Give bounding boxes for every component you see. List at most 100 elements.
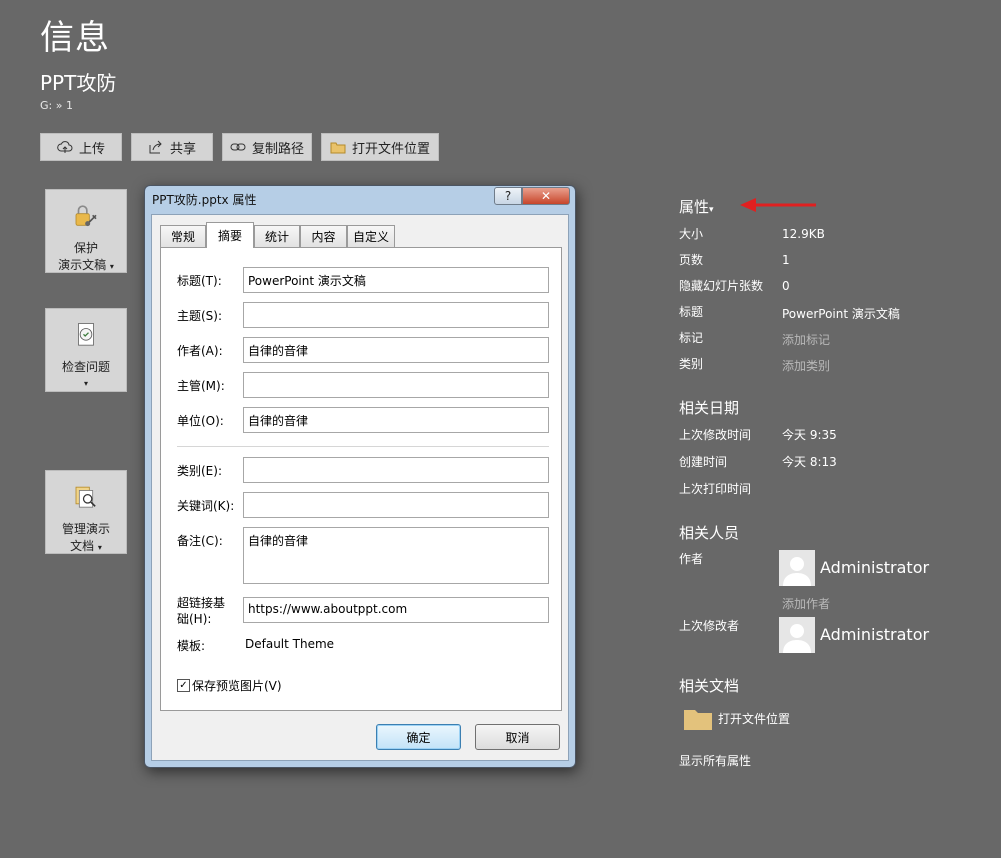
hyperlink-base-label-line2: 础(H): — [177, 612, 212, 626]
date-value: 今天 8:13 — [782, 455, 837, 469]
upload-label: 上传 — [78, 141, 105, 157]
date-label: 上次修改时间 — [679, 428, 752, 442]
add-author-link[interactable]: 添加作者 — [782, 595, 830, 612]
related-people-heading: 相关人员 — [679, 524, 740, 542]
protect-label-2: 演示文稿 — [58, 258, 107, 272]
comments-field[interactable]: 自律的音律 — [243, 527, 549, 584]
tab-contents[interactable]: 内容 — [300, 225, 347, 247]
avatar[interactable] — [779, 617, 815, 653]
date-label: 上次打印时间 — [679, 482, 752, 496]
open-file-location-link[interactable]: 打开文件位置 — [684, 706, 790, 730]
manage-presentation-button[interactable]: 管理演示 文档 ▾ — [45, 470, 127, 554]
property-value: 0 — [782, 279, 790, 293]
author-name[interactable]: Administrator — [820, 558, 929, 577]
help-button[interactable]: ? — [494, 187, 522, 205]
date-label: 创建时间 — [679, 455, 728, 469]
add-category-field[interactable]: 添加类别 — [782, 357, 830, 374]
open-file-location-label: 打开文件位置 — [351, 141, 430, 157]
subject-field[interactable] — [243, 302, 549, 328]
show-all-properties-link[interactable]: 显示所有属性 — [679, 752, 751, 769]
template-label: 模板: — [177, 639, 206, 653]
property-value: 12.9KB — [782, 227, 825, 241]
manage-versions-icon — [75, 486, 96, 508]
category-field[interactable] — [243, 457, 549, 483]
keywords-field-label: 关键词(K): — [177, 499, 235, 513]
property-value: 1 — [782, 253, 790, 267]
property-label: 标题 — [679, 305, 704, 319]
last-modified-by-label: 上次修改者 — [679, 619, 740, 633]
properties-heading[interactable]: 属性▾ — [679, 196, 714, 217]
protect-label: 保护 — [73, 241, 98, 255]
open-file-location-button[interactable]: 打开文件位置 — [321, 133, 439, 161]
avatar[interactable] — [779, 550, 815, 586]
share-icon — [149, 140, 162, 154]
inspect-presentation-button[interactable]: 检查问题 ▾ — [45, 308, 127, 392]
property-label: 大小 — [679, 227, 704, 241]
related-documents-heading: 相关文档 — [679, 677, 740, 695]
user-icon — [783, 557, 811, 586]
share-button[interactable]: 共享 — [131, 133, 213, 161]
property-value[interactable]: PowerPoint 演示文稿 — [782, 305, 900, 322]
protect-presentation-button[interactable]: 保护 演示文稿 ▾ — [45, 189, 127, 273]
title-field-label: 标题(T): — [177, 274, 222, 288]
related-dates-heading: 相关日期 — [679, 399, 740, 417]
subject-field-label: 主题(S): — [177, 309, 223, 323]
chevron-down-icon: ▾ — [109, 262, 114, 271]
add-tags-field[interactable]: 添加标记 — [782, 331, 830, 348]
folder-icon — [330, 142, 346, 154]
copy-path-label: 复制路径 — [251, 141, 304, 157]
lock-key-icon — [75, 205, 97, 227]
tab-statistics[interactable]: 统计 — [254, 225, 300, 247]
tab-general[interactable]: 常规 — [160, 225, 206, 247]
comments-field-label: 备注(C): — [177, 534, 223, 548]
document-title: PPT攻防 — [40, 71, 117, 95]
dialog-body: 常规 摘要 统计 内容 自定义 标题(T): PowerPoint 演示文稿 主… — [151, 214, 569, 761]
share-label: 共享 — [169, 141, 196, 157]
hyperlink-base-field[interactable]: https://www.aboutppt.com — [243, 597, 549, 623]
template-value: Default Theme — [245, 637, 335, 651]
property-label: 隐藏幻灯片张数 — [679, 279, 764, 293]
ok-button[interactable]: 确定 — [376, 724, 461, 750]
date-value: 今天 9:35 — [782, 428, 837, 442]
hyperlink-base-label: 超链接基 础(H): — [177, 595, 225, 627]
chevron-down-icon: ▾ — [83, 379, 88, 388]
last-modified-by-name[interactable]: Administrator — [820, 625, 929, 644]
manager-field[interactable] — [243, 372, 549, 398]
document-path: G: » 1 — [40, 99, 73, 112]
copy-path-button[interactable]: 复制路径 — [222, 133, 312, 161]
upload-button[interactable]: 上传 — [40, 133, 122, 161]
manager-field-label: 主管(M): — [177, 379, 225, 393]
save-preview-label: 保存预览图片(V) — [192, 679, 282, 693]
manage-label: 管理演示 — [61, 522, 110, 536]
cancel-button[interactable]: 取消 — [475, 724, 560, 750]
hyperlink-base-label-line1: 超链接基 — [177, 596, 226, 610]
category-field-label: 类别(E): — [177, 464, 222, 478]
open-file-location-link-label: 打开文件位置 — [718, 711, 791, 726]
page-title: 信息 — [40, 18, 110, 58]
red-arrow-icon — [740, 198, 816, 212]
title-field[interactable]: PowerPoint 演示文稿 — [243, 267, 549, 293]
properties-heading-label: 属性 — [679, 198, 710, 216]
save-preview-checkbox[interactable]: ✓ — [177, 679, 190, 692]
close-button[interactable]: ✕ — [522, 187, 570, 205]
summary-panel: 标题(T): PowerPoint 演示文稿 主题(S): 作者(A): 自律的… — [160, 247, 562, 711]
user-icon — [783, 624, 811, 653]
company-field[interactable]: 自律的音律 — [243, 407, 549, 433]
keywords-field[interactable] — [243, 492, 549, 518]
manage-label-2: 文档 — [70, 539, 95, 553]
link-icon — [230, 143, 246, 151]
company-field-label: 单位(O): — [177, 414, 224, 428]
chevron-down-icon: ▾ — [709, 205, 714, 215]
inspect-document-icon — [78, 323, 94, 346]
folder-icon — [684, 710, 712, 730]
author-field-label: 作者(A): — [177, 344, 223, 358]
properties-dialog: PPT攻防.pptx 属性 ? ✕ 常规 摘要 统计 内容 自定义 标题(T):… — [144, 185, 576, 768]
divider — [177, 446, 549, 447]
tab-custom[interactable]: 自定义 — [347, 225, 395, 247]
tab-summary[interactable]: 摘要 — [206, 222, 254, 248]
property-label: 页数 — [679, 253, 704, 267]
author-label: 作者 — [679, 552, 704, 566]
author-field[interactable]: 自律的音律 — [243, 337, 549, 363]
dialog-title: PPT攻防.pptx 属性 — [152, 193, 257, 207]
chevron-down-icon: ▾ — [97, 543, 102, 552]
